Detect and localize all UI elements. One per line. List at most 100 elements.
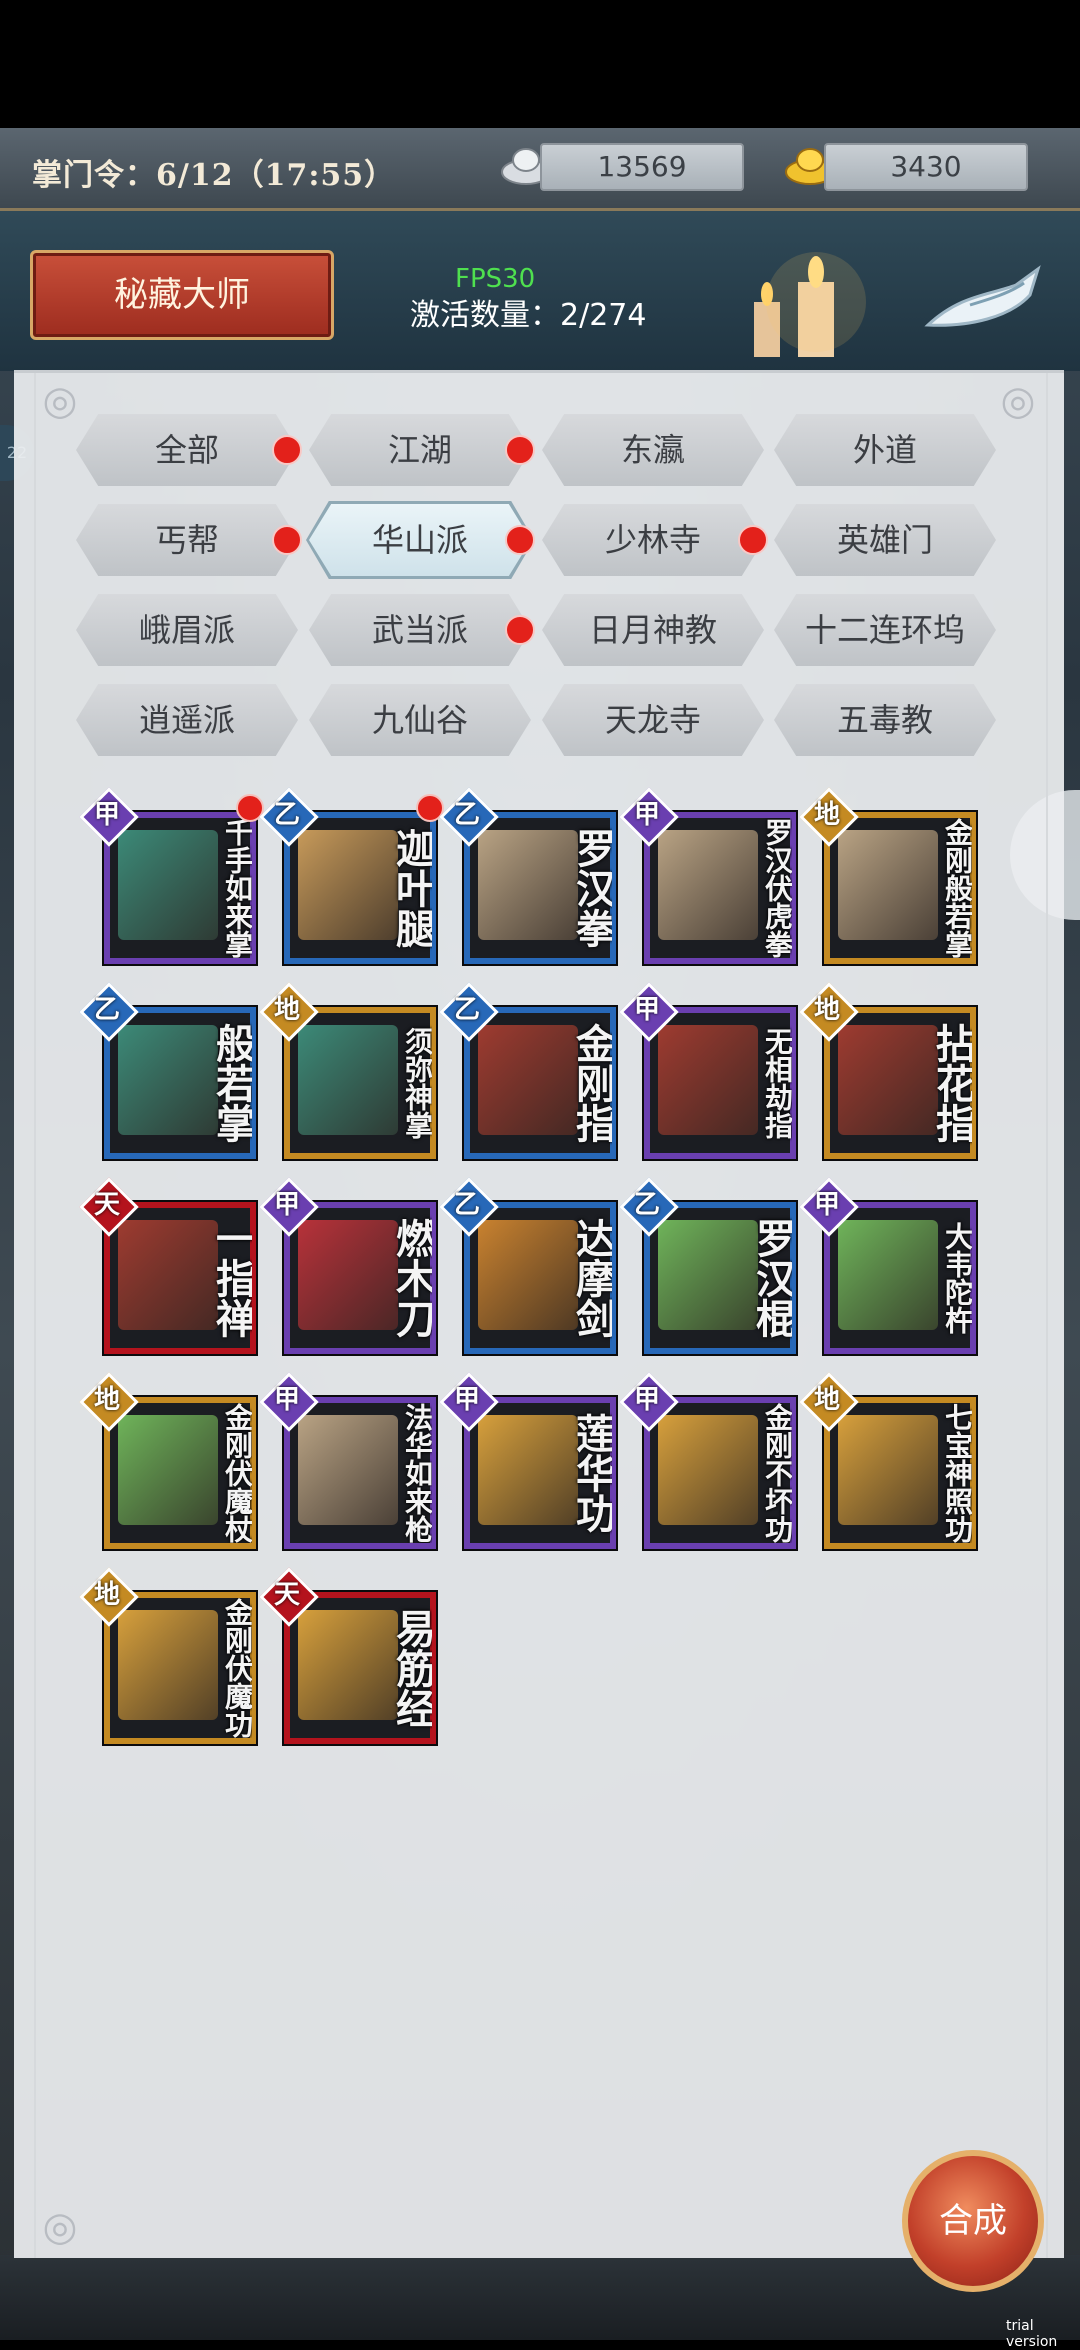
manual-icon: [298, 1415, 398, 1525]
item-name: 金刚伏魔杖: [221, 1403, 252, 1543]
item-name: 莲华功: [569, 1413, 612, 1533]
martial-book-item[interactable]: 金刚般若掌 地: [799, 787, 976, 964]
category-tab[interactable]: 全部: [76, 414, 298, 486]
synthesize-button[interactable]: 合成: [902, 2150, 1044, 2292]
grade-badge: 乙: [619, 1177, 679, 1237]
item-name: 一指禅: [209, 1218, 252, 1338]
martial-book-item[interactable]: 易筋经 天: [259, 1567, 436, 1744]
item-name: 迦叶腿: [389, 828, 432, 948]
grade-label: 乙: [453, 995, 480, 1025]
category-tab[interactable]: 丐帮: [76, 504, 298, 576]
manual-icon: [298, 1610, 398, 1720]
corner-ornament-icon: ◎: [1000, 378, 1036, 424]
sect-order-counter: 掌门令：6/12（17:55）: [32, 158, 396, 193]
martial-book-item[interactable]: 金刚伏魔杖 地: [79, 1372, 256, 1549]
grade-badge: 天: [259, 1567, 319, 1627]
martial-book-item[interactable]: 达摩剑 乙: [439, 1177, 616, 1354]
category-tab[interactable]: 华山派: [309, 504, 531, 576]
item-name: 易筋经: [389, 1608, 432, 1728]
manual-icon: [118, 830, 218, 940]
item-name: 金刚指: [569, 1023, 612, 1143]
grade-label: 甲: [273, 1190, 300, 1220]
martial-book-item[interactable]: 般若掌 乙: [79, 982, 256, 1159]
martial-book-item[interactable]: 金刚伏魔功 地: [79, 1567, 256, 1744]
grade-label: 地: [93, 1385, 120, 1415]
item-name: 无相劫指: [761, 1027, 792, 1139]
manual-icon: [838, 1220, 938, 1330]
activation-count: 激活数量：2/274: [410, 298, 647, 333]
item-name: 罗汉伏虎拳: [761, 818, 792, 958]
manual-icon: [298, 1025, 398, 1135]
item-name: 燃木刀: [389, 1218, 432, 1338]
category-tab[interactable]: 少林寺: [542, 504, 764, 576]
category-tab[interactable]: 天龙寺: [542, 684, 764, 756]
martial-book-item[interactable]: 莲华功 甲: [439, 1372, 616, 1549]
manual-icon: [298, 1220, 398, 1330]
category-tab[interactable]: 英雄门: [774, 504, 996, 576]
martial-book-item[interactable]: 燃木刀 甲: [259, 1177, 436, 1354]
grade-label: 甲: [453, 1385, 480, 1415]
category-tab[interactable]: 九仙谷: [309, 684, 531, 756]
grade-badge: 乙: [439, 982, 499, 1042]
grade-badge: 甲: [79, 787, 139, 847]
category-tab[interactable]: 峨眉派: [76, 594, 298, 666]
grade-badge: 甲: [259, 1372, 319, 1432]
category-tab[interactable]: 十二连环坞: [774, 594, 996, 666]
martial-book-item[interactable]: 七宝神照功 地: [799, 1372, 976, 1549]
corner-ornament-icon: ◎: [42, 2204, 78, 2250]
grade-badge: 天: [79, 1177, 139, 1237]
martial-book-item[interactable]: 一指禅 天: [79, 1177, 256, 1354]
silver-amount: 13569: [540, 143, 744, 191]
martial-book-item[interactable]: 大韦陀杵 甲: [799, 1177, 976, 1354]
gold-amount: 3430: [824, 143, 1028, 191]
notification-dot: [738, 525, 768, 555]
corner-ornament-icon: ◎: [42, 378, 78, 424]
back-arrow-icon[interactable]: [920, 255, 1050, 345]
grade-label: 地: [813, 995, 840, 1025]
grade-label: 甲: [633, 800, 660, 830]
grade-badge: 甲: [619, 787, 679, 847]
martial-book-item[interactable]: 法华如来枪 甲: [259, 1372, 436, 1549]
manual-icon: [838, 1025, 938, 1135]
martial-book-item[interactable]: 无相劫指 甲: [619, 982, 796, 1159]
martial-book-item[interactable]: 罗汉棍 乙: [619, 1177, 796, 1354]
item-name: 金刚伏魔功: [221, 1598, 252, 1738]
martial-book-item[interactable]: 金刚不坏功 甲: [619, 1372, 796, 1549]
page-title-button[interactable]: 秘藏大师: [30, 250, 334, 340]
manual-icon: [658, 1025, 758, 1135]
item-name: 七宝神照功: [941, 1403, 972, 1543]
grade-label: 地: [273, 995, 300, 1025]
grade-badge: 地: [799, 982, 859, 1042]
manual-icon: [118, 1610, 218, 1720]
martial-book-item[interactable]: 须弥神掌 地: [259, 982, 436, 1159]
martial-book-item[interactable]: 罗汉拳 乙: [439, 787, 616, 964]
martial-book-item[interactable]: 千手如来掌 甲: [79, 787, 264, 964]
category-tab[interactable]: 日月神教: [542, 594, 764, 666]
item-name: 大韦陀杵: [941, 1222, 972, 1334]
martial-book-item[interactable]: 罗汉伏虎拳 甲: [619, 787, 796, 964]
grade-label: 乙: [93, 995, 120, 1025]
grade-badge: 乙: [79, 982, 139, 1042]
martial-book-item[interactable]: 迦叶腿 乙: [259, 787, 444, 964]
grade-label: 甲: [633, 1385, 660, 1415]
grade-badge: 地: [799, 787, 859, 847]
category-tab[interactable]: 逍遥派: [76, 684, 298, 756]
category-tab[interactable]: 东瀛: [542, 414, 764, 486]
grade-badge: 甲: [619, 1372, 679, 1432]
manual-icon: [838, 830, 938, 940]
item-name: 罗汉拳: [569, 828, 612, 948]
category-tab[interactable]: 五毒教: [774, 684, 996, 756]
notification-dot: [272, 435, 302, 465]
notification-dot: [505, 435, 535, 465]
manual-icon: [118, 1025, 218, 1135]
category-tab[interactable]: 外道: [774, 414, 996, 486]
grade-badge: 乙: [259, 787, 319, 847]
grade-badge: 甲: [799, 1177, 859, 1237]
martial-book-item[interactable]: 拈花指 地: [799, 982, 976, 1159]
martial-book-item[interactable]: 金刚指 乙: [439, 982, 616, 1159]
item-name: 拈花指: [929, 1023, 972, 1143]
manual-icon: [298, 830, 398, 940]
category-tab[interactable]: 江湖: [309, 414, 531, 486]
manual-icon: [838, 1415, 938, 1525]
category-tab[interactable]: 武当派: [309, 594, 531, 666]
